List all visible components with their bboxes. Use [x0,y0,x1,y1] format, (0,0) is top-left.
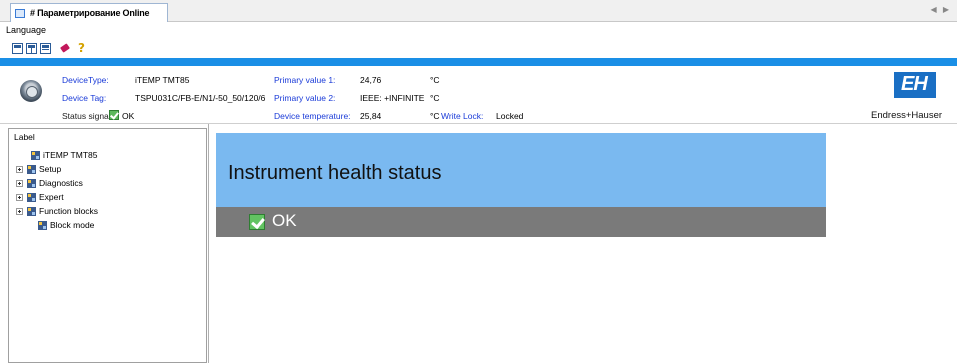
tree-item-block-mode[interactable]: Block mode [38,220,94,230]
accent-bar [0,58,957,66]
folder-node-icon [27,164,36,174]
write-lock-value: Locked [496,111,524,121]
endress-hauser-logo: EH [894,72,936,98]
tree-item-label: iTEMP TMT85 [43,150,98,160]
status-signal-value: OK [122,111,135,121]
help-icon[interactable]: ? [78,41,85,55]
expand-icon[interactable] [16,193,23,201]
tree-item-diagnostics[interactable]: Diagnostics [16,178,83,188]
layout-single-icon[interactable] [12,42,23,54]
primary-value-2-label: Primary value 2: [274,93,336,103]
menu-bar: Language [0,22,957,38]
layout-split-vertical-icon[interactable] [26,42,37,54]
logo-text: EH [901,73,928,95]
status-signal-label: Status signal [62,111,111,121]
eraser-icon[interactable] [59,43,71,53]
window-icon [15,8,25,18]
menu-language[interactable]: Language [6,25,46,35]
panel-splitter[interactable] [208,124,209,363]
tree-item-label: Diagnostics [39,178,83,188]
primary-value-2-unit: °C [430,93,440,103]
device-temperature-unit: °C [430,111,440,121]
folder-node-icon [27,178,36,188]
device-tag-value: TSPU031C/FB-E/N1/-50_50/120/6 [135,93,266,103]
device-temperature-value: 25,84 [360,111,382,121]
primary-value-1-unit: °C [430,75,440,85]
folder-node-icon [27,192,36,202]
primary-value-2-value: IEEE: +INFINITE [360,93,425,103]
expand-icon[interactable] [16,207,23,215]
tree-item-label: Function blocks [39,206,99,216]
tab-scroll-arrows[interactable]: ◀ ▶ [930,5,951,14]
device-tag-label: Device Tag: [62,93,107,103]
status-ok-icon [109,110,119,120]
check-icon [249,214,265,230]
tree-item-itemp-tmt85[interactable]: iTEMP TMT85 [31,150,97,160]
expand-icon[interactable] [16,165,23,173]
navigation-tree: Label iTEMP TMT85 Setup Diagnostics Expe… [8,128,207,363]
health-title: Instrument health status [228,162,442,184]
tree-header-label: Label [14,132,35,142]
tree-item-setup[interactable]: Setup [16,164,61,174]
tree-item-expert[interactable]: Expert [16,192,64,202]
tree-item-label: Setup [39,164,62,174]
instrument-health-panel: Instrument health status OK [216,133,826,237]
tree-item-label: Expert [39,192,64,202]
tree-item-function-blocks[interactable]: Function blocks [16,206,98,216]
expand-icon[interactable] [16,179,23,187]
health-title-bar: Instrument health status [216,133,826,207]
write-lock-label: Write Lock: [441,111,484,121]
block-node-icon [38,220,47,230]
toolbar: ? [0,38,957,58]
tab-title: # Параметрирование Online [30,8,150,18]
device-type-label: DeviceType: [62,75,109,85]
device-node-icon [31,150,40,160]
brand-name: Endress+Hauser [871,110,943,121]
health-status-bar: OK [216,207,826,237]
tab-online-parametrization[interactable]: # Параметрирование Online [10,3,168,22]
device-type-value: iTEMP TMT85 [135,75,190,85]
device-temperature-label: Device temperature: [274,111,351,121]
health-status-text: OK [272,211,297,230]
primary-value-1-label: Primary value 1: [274,75,336,85]
document-tab-bar: # Параметрирование Online ◀ ▶ [0,0,957,22]
folder-node-icon [27,206,36,216]
device-image-icon [20,80,42,102]
tree-item-label: Block mode [50,220,95,230]
device-header: DeviceType: iTEMP TMT85 Device Tag: TSPU… [0,66,957,124]
layout-split-horizontal-icon[interactable] [40,42,51,54]
primary-value-1-value: 24,76 [360,75,382,85]
